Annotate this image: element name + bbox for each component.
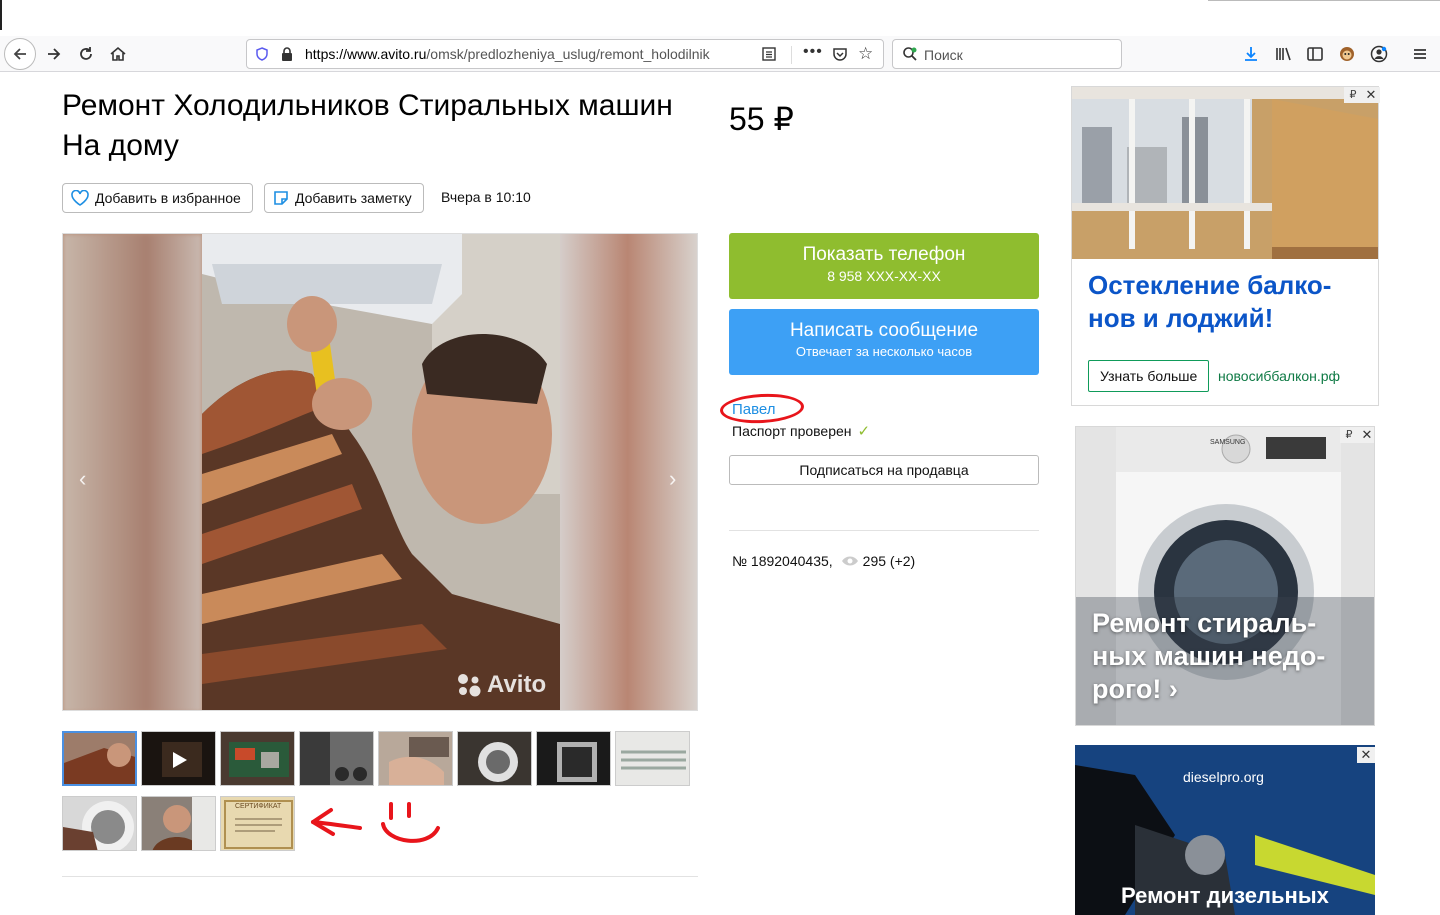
url-text[interactable]: https://www.avito.ru/omsk/predlozheniya_… xyxy=(305,46,729,62)
avito-watermark: Avito xyxy=(455,671,546,699)
ad-washing-machine-brand: SAMSUNG xyxy=(1210,439,1246,446)
reader-view-icon[interactable] xyxy=(761,46,777,62)
certificate-text: СЕРТИФИКАТ xyxy=(235,803,282,810)
main-photo[interactable] xyxy=(202,234,560,710)
passport-text: Паспорт проверен xyxy=(732,423,852,439)
ad-washing-machine[interactable]: SAMSUNG ₽ ✕ Ремонт стираль-ных машин нед… xyxy=(1075,426,1375,726)
subscribe-seller-button[interactable]: Подписаться на продавца xyxy=(729,455,1039,485)
reload-icon xyxy=(80,47,92,60)
thumbnail-video[interactable] xyxy=(141,731,216,786)
thumbnail-certificate[interactable]: СЕРТИФИКАТ xyxy=(220,796,295,851)
url-bar[interactable]: https://www.avito.ru/omsk/predlozheniya_… xyxy=(246,39,884,69)
search-placeholder: Поиск xyxy=(924,47,963,63)
ad-diesel-close-icon[interactable]: ✕ xyxy=(1357,747,1375,763)
ad-balcony-tag: ₽ xyxy=(1344,87,1362,103)
browser-toolbar: https://www.avito.ru/omsk/predlozheniya_… xyxy=(0,36,1440,72)
write-message-label: Написать сообщение xyxy=(789,320,979,341)
add-note-button[interactable]: Добавить заметку xyxy=(264,183,424,213)
thumbnail-10[interactable] xyxy=(141,796,216,851)
listing-price: 55 ₽ xyxy=(729,101,794,137)
heart-icon xyxy=(71,190,89,206)
ad-balcony-domain[interactable]: новосиббалкон.рф xyxy=(1218,368,1340,384)
ad-balcony-headline[interactable]: Остекление балко-нов и лоджий! xyxy=(1088,269,1368,335)
gallery-prev-arrow-icon[interactable]: ‹ xyxy=(79,466,86,492)
tab-edge xyxy=(0,0,2,30)
phone-masked: 8 958 XXX-XX-XX xyxy=(827,268,941,284)
show-phone-label: Показать телефон xyxy=(802,244,966,265)
thumbnail-7[interactable] xyxy=(536,731,611,786)
response-time: Отвечает за несколько часов xyxy=(795,344,973,359)
library-icon[interactable] xyxy=(1273,44,1293,64)
extension-monkey-icon[interactable] xyxy=(1337,44,1357,64)
reload-button[interactable] xyxy=(72,40,100,68)
ad-diesel-domain[interactable]: dieselpro.org xyxy=(1183,769,1264,785)
view-count: 295 (+2) xyxy=(862,553,916,569)
red-annotation-drawing xyxy=(311,802,440,843)
photo-gallery[interactable]: ‹ › Avito xyxy=(62,233,698,711)
posted-date: Вчера в 10:10 xyxy=(441,189,531,205)
ad-diesel[interactable]: ✕ dieselpro.org Ремонт дизельных xyxy=(1075,745,1375,915)
ad-washing-machine-tag: ₽ xyxy=(1340,427,1358,443)
watermark-text: Avito xyxy=(487,671,547,698)
show-phone-button[interactable]: Показать телефон 8 958 XXX-XX-XX xyxy=(729,233,1039,299)
home-button[interactable] xyxy=(104,40,132,68)
ad-balcony-close-icon[interactable]: ✕ xyxy=(1362,87,1380,103)
forward-button[interactable] xyxy=(40,40,68,68)
listing-meta: № 1892040435, 295 (+2) xyxy=(732,553,915,569)
account-icon[interactable] xyxy=(1369,44,1389,64)
note-label: Добавить заметку xyxy=(295,190,412,206)
gallery-next-arrow-icon[interactable]: › xyxy=(669,466,676,492)
home-icon xyxy=(110,46,126,61)
url-host: https://www.avito.ru xyxy=(305,46,427,62)
thumbnail-4[interactable] xyxy=(299,731,374,786)
ad-washing-machine-headline[interactable]: Ремонт стираль-ных машин недо-рого! › xyxy=(1092,607,1362,706)
ad-diesel-headline[interactable]: Ремонт дизельных xyxy=(1121,883,1329,909)
contact-divider xyxy=(729,530,1039,531)
ad-balcony[interactable]: ₽ ✕ Остекление балко-нов и лоджий! Узнат… xyxy=(1071,86,1380,406)
sidebar-icon[interactable] xyxy=(1305,44,1325,64)
back-arrow-icon xyxy=(13,48,26,60)
passport-verified: Паспорт проверен ✓ xyxy=(732,422,870,440)
write-message-button[interactable]: Написать сообщение Отвечает за несколько… xyxy=(729,309,1039,375)
menu-hamburger-icon[interactable] xyxy=(1410,44,1430,64)
ad-balcony-learn-more-button[interactable]: Узнать больше xyxy=(1088,360,1210,392)
ad-washing-machine-close-icon[interactable]: ✕ xyxy=(1358,427,1374,443)
forward-arrow-icon xyxy=(48,48,61,60)
thumbnail-3[interactable] xyxy=(220,731,295,786)
listing-title: Ремонт Холодильников Стиральных машин На… xyxy=(62,89,673,162)
avito-logo-icon xyxy=(458,674,481,697)
red-circle-annotation xyxy=(719,391,805,426)
url-path: /omsk/predlozheniya_uslug/remont_holodil… xyxy=(426,46,710,62)
tab-strip xyxy=(0,0,1440,36)
pocket-icon[interactable] xyxy=(832,46,848,62)
urlbar-separator xyxy=(791,46,792,64)
tab-strip-line xyxy=(1208,0,1440,1)
shield-icon[interactable] xyxy=(255,47,269,61)
page-actions-icon[interactable]: ••• xyxy=(803,43,823,61)
thumbnail-8[interactable] xyxy=(615,731,690,786)
note-icon xyxy=(274,191,288,205)
lock-icon[interactable] xyxy=(279,46,295,62)
search-icon xyxy=(903,47,917,61)
thumbnail-9[interactable] xyxy=(62,796,137,851)
main-photo-illustration xyxy=(202,234,560,710)
ad-balcony-image xyxy=(1072,87,1378,259)
thumbnail-1[interactable] xyxy=(62,731,137,786)
thumbnail-5[interactable] xyxy=(378,731,453,786)
favorites-label: Добавить в избранное xyxy=(95,190,241,206)
checkmark-icon: ✓ xyxy=(857,423,871,440)
bookmark-star-icon[interactable]: ☆ xyxy=(858,44,873,64)
downloads-icon[interactable] xyxy=(1241,44,1261,64)
gallery-divider xyxy=(62,876,698,877)
eye-icon xyxy=(841,556,858,566)
search-bar[interactable]: Поиск xyxy=(892,39,1122,69)
back-button[interactable] xyxy=(4,38,36,70)
add-to-favorites-button[interactable]: Добавить в избранное xyxy=(62,183,253,213)
thumbnail-6[interactable] xyxy=(457,731,532,786)
listing-id: № 1892040435, xyxy=(732,553,833,569)
